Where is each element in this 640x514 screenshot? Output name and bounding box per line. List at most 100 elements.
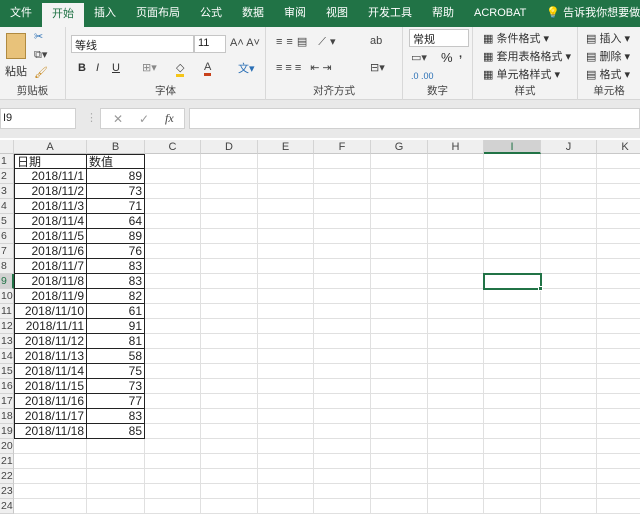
cell-G13[interactable] xyxy=(371,334,428,349)
cell-A23[interactable] xyxy=(14,484,87,499)
cell-E19[interactable] xyxy=(258,424,314,439)
cell-C20[interactable] xyxy=(145,439,201,454)
cell-A12[interactable]: 2018/11/11 xyxy=(14,319,87,334)
cell-C2[interactable] xyxy=(145,169,201,184)
cell-G4[interactable] xyxy=(371,199,428,214)
cell-D22[interactable] xyxy=(201,469,258,484)
cell-F18[interactable] xyxy=(314,409,371,424)
row-header[interactable]: 18 xyxy=(0,409,14,424)
cell-B3[interactable]: 73 xyxy=(87,184,145,199)
formula-input[interactable] xyxy=(189,108,640,129)
cell-H6[interactable] xyxy=(428,229,484,244)
cell-I21[interactable] xyxy=(484,454,541,469)
cell-E1[interactable] xyxy=(258,154,314,169)
column-header-H[interactable]: H xyxy=(428,140,484,154)
cell-F11[interactable] xyxy=(314,304,371,319)
cell-K6[interactable] xyxy=(597,229,640,244)
cell-F2[interactable] xyxy=(314,169,371,184)
cell-K3[interactable] xyxy=(597,184,640,199)
cell-B5[interactable]: 64 xyxy=(87,214,145,229)
cell-I7[interactable] xyxy=(484,244,541,259)
tab-5[interactable]: 数据 xyxy=(232,0,274,27)
row-header[interactable]: 6 xyxy=(0,229,14,244)
cell-E3[interactable] xyxy=(258,184,314,199)
column-header-C[interactable]: C xyxy=(145,140,201,154)
cell-I11[interactable] xyxy=(484,304,541,319)
cell-E11[interactable] xyxy=(258,304,314,319)
cell-I19[interactable] xyxy=(484,424,541,439)
cell-A18[interactable]: 2018/11/17 xyxy=(14,409,87,424)
cell-K12[interactable] xyxy=(597,319,640,334)
column-header-I[interactable]: I xyxy=(484,140,541,154)
row-header[interactable]: 5 xyxy=(0,214,14,229)
cell-D20[interactable] xyxy=(201,439,258,454)
cell-D9[interactable] xyxy=(201,274,258,289)
grow-font-icon[interactable]: A˄ A˅ xyxy=(230,37,260,49)
tab-10[interactable]: ACROBAT xyxy=(464,0,536,27)
cell-F6[interactable] xyxy=(314,229,371,244)
cell-C21[interactable] xyxy=(145,454,201,469)
cell-B15[interactable]: 75 xyxy=(87,364,145,379)
cell-I17[interactable] xyxy=(484,394,541,409)
conditional-format-button[interactable]: ▦ 条件格式 ▾ xyxy=(483,30,549,46)
cell-K14[interactable] xyxy=(597,349,640,364)
cell-A8[interactable]: 2018/11/7 xyxy=(14,259,87,274)
cell-G11[interactable] xyxy=(371,304,428,319)
cell-B1[interactable]: 数值 xyxy=(87,154,145,169)
format-cells-button[interactable]: ▤ 格式 ▾ xyxy=(586,66,630,82)
cell-C15[interactable] xyxy=(145,364,201,379)
column-header-K[interactable]: K xyxy=(597,140,640,154)
fill-color-icon[interactable]: ◇ xyxy=(176,61,184,77)
cell-G15[interactable] xyxy=(371,364,428,379)
cell-B6[interactable]: 89 xyxy=(87,229,145,244)
tab-2[interactable]: 插入 xyxy=(84,0,126,27)
cell-F13[interactable] xyxy=(314,334,371,349)
cell-G8[interactable] xyxy=(371,259,428,274)
cell-I10[interactable] xyxy=(484,289,541,304)
cell-I5[interactable] xyxy=(484,214,541,229)
cell-D15[interactable] xyxy=(201,364,258,379)
cell-A19[interactable]: 2018/11/18 xyxy=(14,424,87,439)
cell-J10[interactable] xyxy=(541,289,597,304)
cell-K20[interactable] xyxy=(597,439,640,454)
cell-G9[interactable] xyxy=(371,274,428,289)
cell-D6[interactable] xyxy=(201,229,258,244)
cell-D2[interactable] xyxy=(201,169,258,184)
cell-K23[interactable] xyxy=(597,484,640,499)
cell-H10[interactable] xyxy=(428,289,484,304)
cell-G5[interactable] xyxy=(371,214,428,229)
tab-9[interactable]: 帮助 xyxy=(422,0,464,27)
font-size-select[interactable]: 11 xyxy=(194,35,226,53)
row-header[interactable]: 10 xyxy=(0,289,14,304)
cell-K21[interactable] xyxy=(597,454,640,469)
row-header[interactable]: 19 xyxy=(0,424,14,439)
cell-F22[interactable] xyxy=(314,469,371,484)
cell-D8[interactable] xyxy=(201,259,258,274)
tab-0[interactable]: 文件 xyxy=(0,0,42,27)
cell-I23[interactable] xyxy=(484,484,541,499)
cell-K11[interactable] xyxy=(597,304,640,319)
cell-K10[interactable] xyxy=(597,289,640,304)
column-header-D[interactable]: D xyxy=(201,140,258,154)
cell-B23[interactable] xyxy=(87,484,145,499)
cell-A6[interactable]: 2018/11/5 xyxy=(14,229,87,244)
cell-G17[interactable] xyxy=(371,394,428,409)
cell-F24[interactable] xyxy=(314,499,371,514)
paste-icon[interactable] xyxy=(6,33,26,59)
row-header[interactable]: 24 xyxy=(0,499,14,514)
cell-G14[interactable] xyxy=(371,349,428,364)
cell-E24[interactable] xyxy=(258,499,314,514)
cell-H19[interactable] xyxy=(428,424,484,439)
cell-B4[interactable]: 71 xyxy=(87,199,145,214)
cell-H9[interactable] xyxy=(428,274,484,289)
insert-cells-button[interactable]: ▤ 插入 ▾ xyxy=(586,30,630,46)
row-header[interactable]: 21 xyxy=(0,454,14,469)
cell-G6[interactable] xyxy=(371,229,428,244)
cell-C8[interactable] xyxy=(145,259,201,274)
cell-J15[interactable] xyxy=(541,364,597,379)
cell-J16[interactable] xyxy=(541,379,597,394)
cell-B17[interactable]: 77 xyxy=(87,394,145,409)
cell-E4[interactable] xyxy=(258,199,314,214)
cell-D18[interactable] xyxy=(201,409,258,424)
row-header[interactable]: 1 xyxy=(0,154,14,169)
